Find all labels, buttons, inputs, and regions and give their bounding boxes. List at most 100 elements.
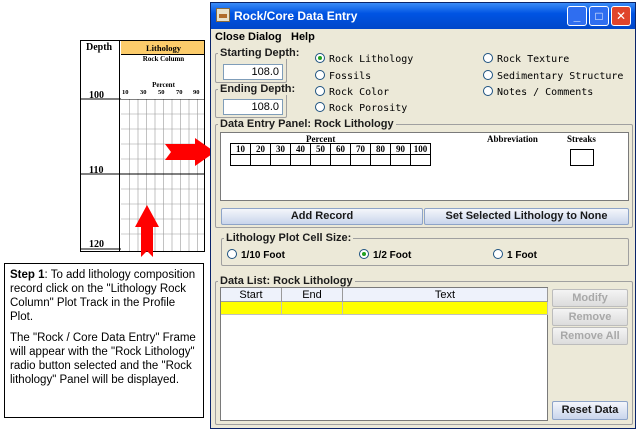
- step-instructions: Step 1: To add lithology composition rec…: [4, 263, 204, 418]
- percent-cell[interactable]: [330, 154, 351, 166]
- maximize-button[interactable]: □: [589, 6, 609, 26]
- radio-label: 1/2 Foot: [373, 250, 412, 261]
- set-lithology-none-button[interactable]: Set Selected Lithology to None: [424, 208, 629, 225]
- rock-core-data-entry-window: Rock/Core Data Entry _ □ ✕ Close Dialog …: [210, 2, 636, 429]
- column-header-end[interactable]: End: [282, 288, 343, 302]
- menu-close-dialog[interactable]: Close Dialog: [215, 31, 282, 43]
- percent-col: 60: [330, 143, 351, 155]
- reset-data-button[interactable]: Reset Data: [552, 401, 628, 420]
- step-heading: Step 1: [10, 269, 45, 281]
- radio-icon: [483, 53, 493, 63]
- percent-col: 100: [410, 143, 431, 155]
- column-header-text[interactable]: Text: [343, 288, 548, 302]
- radio-icon: [315, 70, 325, 80]
- radio-cell-size-one-foot[interactable]: 1 Foot: [493, 249, 537, 261]
- step-paragraph-2: The "Rock / Core Data Entry" Frame will …: [10, 332, 196, 386]
- lithology-track-subtitle[interactable]: Rock Column: [121, 55, 204, 63]
- radio-selected-icon: [315, 53, 325, 63]
- percent-cell[interactable]: [230, 154, 251, 166]
- arrow-up-icon: [135, 205, 159, 257]
- starting-depth-input[interactable]: 108.0: [223, 64, 283, 80]
- arrow-right-icon: [165, 138, 215, 166]
- percent-col: 40: [290, 143, 311, 155]
- radio-label: Rock Porosity: [329, 103, 408, 114]
- percent-cell[interactable]: [390, 154, 411, 166]
- radio-icon: [315, 102, 325, 112]
- radio-fossils[interactable]: Fossils: [315, 70, 371, 82]
- percent-col: 30: [270, 143, 291, 155]
- tick-label: 90: [193, 89, 200, 96]
- percent-cell[interactable]: [370, 154, 391, 166]
- lithology-entry-area[interactable]: Percent 10 20 30 40 50 60 70 80 90 100 A…: [220, 132, 629, 201]
- add-record-button[interactable]: Add Record: [221, 208, 423, 225]
- radio-selected-icon: [359, 249, 369, 259]
- percent-cell[interactable]: [270, 154, 291, 166]
- data-list-title: Data List: Rock Lithology: [218, 275, 355, 287]
- radio-rock-porosity[interactable]: Rock Porosity: [315, 102, 407, 114]
- percent-table[interactable]: 10 20 30 40 50 60 70 80 90 100: [230, 143, 431, 166]
- streaks-label: Streaks: [567, 134, 596, 144]
- radio-notes-comments[interactable]: Notes / Comments: [483, 86, 593, 98]
- radio-icon: [483, 86, 493, 96]
- remove-button[interactable]: Remove: [552, 308, 628, 326]
- radio-label: Rock Color: [329, 87, 390, 98]
- abbreviation-label: Abbreviation: [487, 134, 538, 144]
- radio-icon: [483, 70, 493, 80]
- streaks-box[interactable]: [570, 149, 594, 166]
- radio-icon: [315, 86, 325, 96]
- radio-label: Notes / Comments: [497, 87, 594, 98]
- column-header-start[interactable]: Start: [221, 288, 282, 302]
- radio-cell-size-tenth-foot[interactable]: 1/10 Foot: [227, 249, 285, 261]
- close-button[interactable]: ✕: [611, 6, 631, 26]
- lithology-rock-column-track[interactable]: [121, 99, 205, 252]
- title-bar[interactable]: Rock/Core Data Entry _ □ ✕: [211, 3, 635, 29]
- minimize-button[interactable]: _: [567, 6, 587, 26]
- percent-cell[interactable]: [250, 154, 271, 166]
- ending-depth-label: Ending Depth:: [218, 83, 298, 95]
- radio-rock-color[interactable]: Rock Color: [315, 86, 389, 98]
- percent-cell[interactable]: [290, 154, 311, 166]
- table-cell[interactable]: [282, 302, 343, 315]
- tick-label: 10: [122, 89, 129, 96]
- ending-depth-input[interactable]: 108.0: [223, 99, 283, 115]
- menu-help[interactable]: Help: [291, 31, 315, 43]
- radio-icon: [493, 249, 503, 259]
- radio-label: Rock Lithology: [329, 54, 414, 65]
- radio-sedimentary-structure[interactable]: Sedimentary Structure: [483, 70, 623, 82]
- percent-cell[interactable]: [310, 154, 331, 166]
- percent-col: 20: [250, 143, 271, 155]
- depth-ticks: [81, 98, 121, 250]
- starting-depth-label: Starting Depth:: [218, 47, 302, 59]
- table-cell[interactable]: [221, 302, 282, 315]
- percent-col: 80: [370, 143, 391, 155]
- radio-cell-size-half-foot[interactable]: 1/2 Foot: [359, 249, 411, 261]
- percent-col: 50: [310, 143, 331, 155]
- window-title: Rock/Core Data Entry: [234, 9, 358, 23]
- radio-label: Sedimentary Structure: [497, 71, 624, 82]
- radio-icon: [227, 249, 237, 259]
- percent-col: 90: [390, 143, 411, 155]
- radio-rock-texture[interactable]: Rock Texture: [483, 53, 569, 65]
- track-percent-label: Percent: [152, 81, 175, 89]
- java-app-icon: [216, 8, 230, 22]
- table-cell[interactable]: [343, 302, 548, 315]
- tick-label: 70: [176, 89, 183, 96]
- tick-label: 50: [158, 89, 165, 96]
- radio-label: Rock Texture: [497, 54, 570, 65]
- radio-label: 1 Foot: [507, 250, 537, 261]
- radio-label: 1/10 Foot: [241, 250, 285, 261]
- remove-all-button[interactable]: Remove All: [552, 327, 628, 345]
- modify-button[interactable]: Modify: [552, 289, 628, 307]
- percent-col: 10: [230, 143, 251, 155]
- tick-label: 30: [140, 89, 147, 96]
- data-list-table[interactable]: Start End Text: [220, 287, 548, 421]
- percent-cell[interactable]: [410, 154, 431, 166]
- cell-size-title: Lithology Plot Cell Size:: [224, 232, 354, 244]
- menu-bar: Close Dialog Help: [211, 29, 635, 46]
- percent-cell[interactable]: [350, 154, 371, 166]
- radio-label: Fossils: [329, 71, 372, 82]
- radio-rock-lithology[interactable]: Rock Lithology: [315, 53, 413, 65]
- percent-col: 70: [350, 143, 371, 155]
- lithology-track-title[interactable]: Lithology: [121, 41, 204, 55]
- data-entry-panel-title: Data Entry Panel: Rock Lithology: [218, 118, 396, 130]
